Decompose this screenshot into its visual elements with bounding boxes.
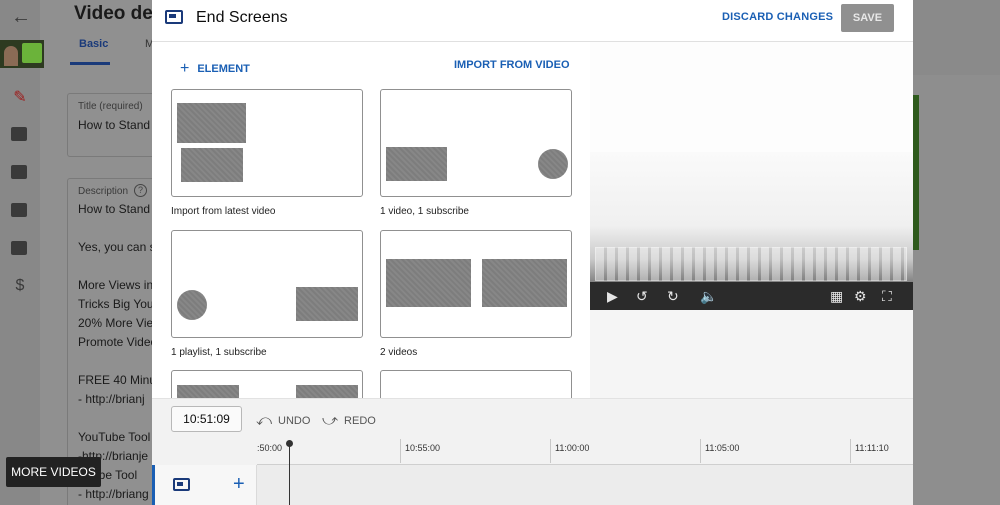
discard-changes-button[interactable]: DISCARD CHANGES (722, 11, 833, 23)
dialog-header: End Screens DISCARD CHANGES SAVE (152, 0, 913, 42)
forward-10-icon[interactable]: ↻ (667, 287, 679, 305)
timeline-ruler[interactable]: :50:00 10:55:00 11:00:00 11:05:00 11:11:… (257, 439, 913, 465)
templates-panel: + ELEMENT IMPORT FROM VIDEO Import from l… (152, 42, 590, 398)
right-background (913, 0, 1000, 505)
description-line: YouTube Tool (78, 430, 151, 444)
help-circle-icon[interactable]: ? (134, 184, 147, 197)
end-screen-placeholder-area (595, 247, 907, 281)
redo-icon: ⤻ (322, 412, 339, 429)
current-time-display[interactable]: 10:51:09 (171, 406, 242, 432)
description-field-label: Description (78, 186, 129, 197)
template-partial[interactable] (171, 370, 363, 398)
play-icon[interactable]: ▶ (607, 287, 618, 305)
back-arrow-icon[interactable]: ← (11, 6, 31, 29)
undo-button[interactable]: ⤺ UNDO (256, 411, 311, 429)
undo-label: UNDO (278, 415, 311, 427)
title-field-label: Title (required) (78, 101, 143, 112)
save-button[interactable]: SAVE (841, 4, 894, 32)
add-track-element-icon[interactable]: + (233, 473, 245, 496)
description-line: - http://briang (78, 487, 149, 501)
timeline-panel: 10:51:09 ⤺ UNDO ⤻ REDO :50:00 10:55:00 11:… (152, 398, 913, 505)
video-preview[interactable]: ▶ ↺ ↻ 🔈 ▦ ⚙ ⛶ (590, 42, 913, 310)
description-line: Tricks Big You (78, 297, 154, 311)
more-videos-button[interactable]: MORE VIDEOS (6, 457, 101, 487)
dialog-title: End Screens (196, 9, 288, 26)
template-1-video-1-subscribe[interactable] (380, 89, 572, 197)
ruler-tick: :50:00 (257, 443, 283, 453)
tab-active-indicator (70, 62, 110, 65)
template-1-playlist-1-subscribe[interactable] (171, 230, 363, 338)
description-line: FREE 40 Minut (78, 373, 160, 387)
template-2-videos[interactable] (380, 230, 572, 338)
subtitles-icon[interactable] (11, 241, 27, 255)
playhead[interactable] (286, 440, 293, 505)
tab-basic[interactable]: Basic (79, 38, 108, 50)
title-field-value: How to Stand (78, 118, 151, 132)
track-area[interactable] (257, 465, 913, 505)
analytics-icon[interactable] (11, 127, 27, 141)
ruler-tick: 11:05:00 (705, 443, 740, 453)
ruler-tick: 11:00:00 (555, 443, 590, 453)
redo-button[interactable]: ⤻ REDO (322, 411, 376, 429)
volume-icon[interactable]: 🔈 (700, 287, 717, 305)
description-line: - http://brianj (78, 392, 145, 406)
description-line: Yes, you can s (78, 240, 156, 254)
description-line: More Views in (78, 278, 154, 292)
fullscreen-icon[interactable]: ⛶ (882, 287, 892, 305)
end-screen-track-icon[interactable] (173, 478, 190, 491)
template-partial[interactable] (380, 370, 572, 398)
template-import-latest[interactable] (171, 89, 363, 197)
preview-empty-area (590, 310, 913, 398)
settings-icon[interactable]: ⚙ (854, 287, 867, 305)
editor-icon[interactable] (11, 165, 27, 179)
undo-icon: ⤺ (256, 412, 273, 429)
end-screens-dialog: End Screens DISCARD CHANGES SAVE + ELEMEN… (152, 0, 913, 505)
template-label: Import from latest video (171, 206, 276, 217)
replay-10-icon[interactable]: ↺ (636, 287, 648, 305)
channel-thumbnail (0, 40, 44, 68)
template-label: 2 videos (380, 347, 418, 358)
title-field[interactable]: Title (required) How to Stand (67, 93, 157, 157)
grid-icon[interactable]: ▦ (830, 287, 843, 305)
plus-icon: + (180, 60, 190, 77)
add-element-button[interactable]: + ELEMENT (180, 59, 250, 77)
ruler-tick: 10:55:00 (405, 443, 441, 453)
track-header: + (152, 465, 257, 505)
import-from-video-button[interactable]: IMPORT FROM VIDEO (454, 59, 570, 71)
end-screen-icon (165, 10, 183, 24)
description-line: 20% More View (78, 316, 162, 330)
description-line: How to Stand (78, 202, 151, 216)
monetization-icon[interactable]: $ (11, 278, 29, 294)
comments-icon[interactable] (11, 203, 27, 217)
pencil-icon[interactable]: ✎ (11, 90, 29, 106)
end-screen-track: + (152, 465, 913, 505)
page-title: Video det (74, 3, 160, 24)
player-controls: ▶ ↺ ↻ 🔈 ▦ ⚙ ⛶ (590, 282, 913, 310)
redo-label: REDO (344, 415, 376, 427)
description-line: Promote Video (78, 335, 158, 349)
add-element-label: ELEMENT (197, 63, 250, 75)
template-label: 1 video, 1 subscribe (380, 206, 469, 217)
ruler-tick: 11:11:10 (855, 443, 889, 453)
template-label: 1 playlist, 1 subscribe (171, 347, 267, 358)
